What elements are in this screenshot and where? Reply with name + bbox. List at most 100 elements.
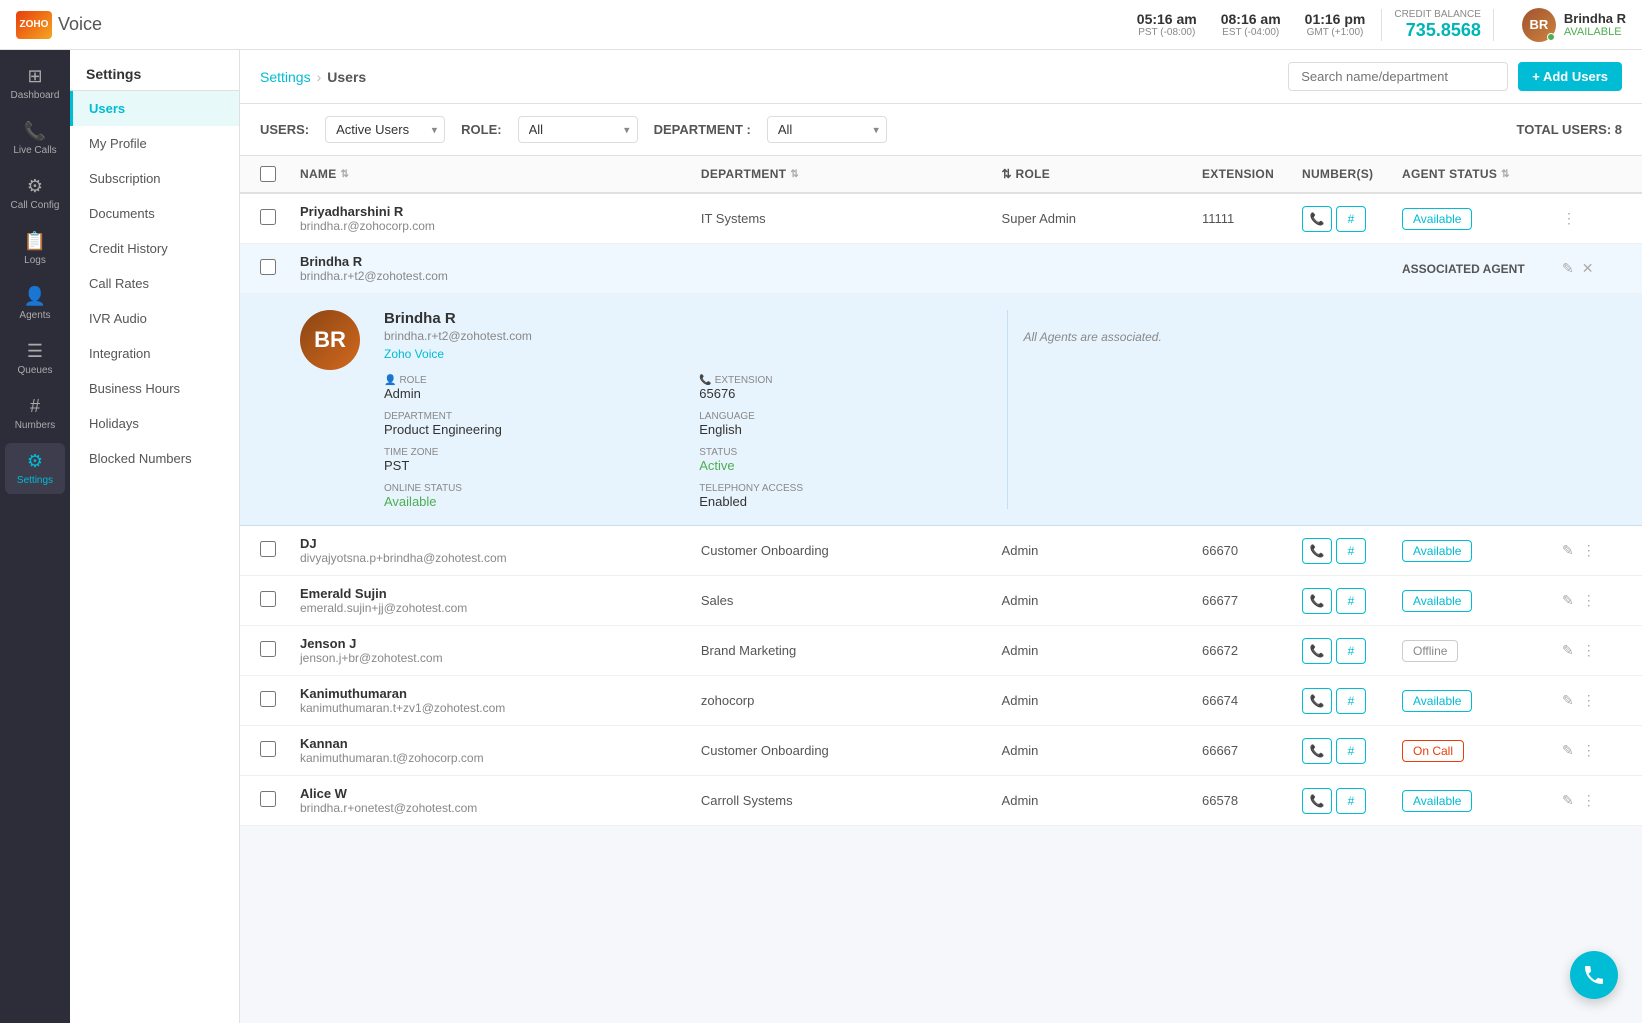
row1-more-icon[interactable]: ⋮ bbox=[1562, 210, 1576, 227]
expanded-status-field: STATUS Active bbox=[699, 447, 982, 473]
row3-role: Admin bbox=[1002, 543, 1202, 558]
row5-more-icon[interactable]: ⋮ bbox=[1582, 642, 1596, 659]
row5-actions: ✎ ⋮ bbox=[1562, 642, 1622, 659]
top-header: ZOHO Voice 05:16 am PST (-08:00) 08:16 a… bbox=[0, 0, 1642, 50]
row5-status: Offline bbox=[1402, 640, 1458, 662]
row3-dept: Customer Onboarding bbox=[701, 543, 1002, 558]
expanded-zoho-link[interactable]: Zoho Voice bbox=[384, 347, 983, 361]
sidebar-item-callrates[interactable]: Call Rates bbox=[70, 266, 239, 301]
associated-agent-section: All Agents are associated. bbox=[1007, 310, 1623, 509]
row8-checkbox[interactable] bbox=[260, 791, 276, 807]
row6-call-btn[interactable]: 📞 bbox=[1302, 688, 1332, 714]
row3-checkbox[interactable] bbox=[260, 541, 276, 557]
sidebar-item-dashboard[interactable]: ⊞ Dashboard bbox=[5, 58, 65, 109]
role-filter-select[interactable]: All Admin Super Admin bbox=[518, 116, 638, 143]
expanded-telephony-field: TELEPHONY ACCESS Enabled bbox=[699, 483, 982, 509]
dept-filter-select[interactable]: All bbox=[767, 116, 887, 143]
associated-agent-text: All Agents are associated. bbox=[1024, 330, 1623, 344]
row7-checkbox[interactable] bbox=[260, 741, 276, 757]
sidebar-item-myprofile[interactable]: My Profile bbox=[70, 126, 239, 161]
table-row: Kanimuthumaran kanimuthumaran.t+zv1@zoho… bbox=[240, 676, 1642, 726]
users-filter-select[interactable]: Active Users All Users Inactive Users bbox=[325, 116, 445, 143]
row4-number-btns: 📞 # bbox=[1302, 588, 1402, 614]
sidebar-item-livecalls[interactable]: 📞 Live Calls bbox=[5, 113, 65, 164]
expanded-dept-value: Product Engineering bbox=[384, 422, 667, 437]
select-all-checkbox[interactable] bbox=[260, 166, 276, 182]
sidebar-item-numbers[interactable]: # Numbers bbox=[5, 388, 65, 439]
row3-call-btn[interactable]: 📞 bbox=[1302, 538, 1332, 564]
row3-edit-icon[interactable]: ✎ bbox=[1562, 542, 1574, 559]
sidebar-item-users[interactable]: Users bbox=[70, 91, 239, 126]
row7-hash-btn[interactable]: # bbox=[1336, 738, 1366, 764]
user-profile[interactable]: BR Brindha R AVAILABLE bbox=[1510, 8, 1626, 42]
row4-more-icon[interactable]: ⋮ bbox=[1582, 592, 1596, 609]
user-name-status: Brindha R AVAILABLE bbox=[1564, 11, 1626, 38]
sidebar-item-logs[interactable]: 📋 Logs bbox=[5, 223, 65, 274]
row4-hash-btn[interactable]: # bbox=[1336, 588, 1366, 614]
timezone-gmt: 01:16 pm GMT (+1:00) bbox=[1305, 11, 1366, 38]
row6-checkbox[interactable] bbox=[260, 691, 276, 707]
credit-balance-label: CREDIT BALANCE bbox=[1394, 9, 1481, 20]
sidebar-item-ivraudio[interactable]: IVR Audio bbox=[70, 301, 239, 336]
row1-name: Priyadharshini R bbox=[300, 204, 701, 219]
add-users-button[interactable]: + Add Users bbox=[1518, 62, 1622, 91]
expanded-timezone-label: TIME ZONE bbox=[384, 447, 667, 458]
logo-label: Voice bbox=[58, 14, 102, 35]
row1-call-btn[interactable]: 📞 bbox=[1302, 206, 1332, 232]
row1-checkbox[interactable] bbox=[260, 209, 276, 225]
row7-call-btn[interactable]: 📞 bbox=[1302, 738, 1332, 764]
table-row: Kannan kanimuthumaran.t@zohocorp.com Cus… bbox=[240, 726, 1642, 776]
row2-edit-icon[interactable]: ✎ bbox=[1562, 260, 1574, 277]
sidebar-item-blockednumbers[interactable]: Blocked Numbers bbox=[70, 441, 239, 476]
expanded-email: brindha.r+t2@zohotest.com bbox=[384, 329, 983, 343]
row5-extension: 66672 bbox=[1202, 643, 1302, 658]
row4-edit-icon[interactable]: ✎ bbox=[1562, 592, 1574, 609]
row4-checkbox[interactable] bbox=[260, 591, 276, 607]
row3-status-cell: Available bbox=[1402, 543, 1562, 558]
row6-more-icon[interactable]: ⋮ bbox=[1582, 692, 1596, 709]
sidebar-item-settings[interactable]: ⚙ Settings bbox=[5, 443, 65, 494]
row1-hash-btn[interactable]: # bbox=[1336, 206, 1366, 232]
row5-edit-icon[interactable]: ✎ bbox=[1562, 642, 1574, 659]
sidebar-item-queues[interactable]: ☰ Queues bbox=[5, 333, 65, 384]
sidebar-item-documents[interactable]: Documents bbox=[70, 196, 239, 231]
sidebar-item-integration[interactable]: Integration bbox=[70, 336, 239, 371]
search-input[interactable] bbox=[1288, 62, 1508, 91]
sidebar-item-credithistory[interactable]: Credit History bbox=[70, 231, 239, 266]
main-content: Settings › Users + Add Users USERS: Acti… bbox=[240, 50, 1642, 1023]
row3-more-icon[interactable]: ⋮ bbox=[1582, 542, 1596, 559]
row5-checkbox[interactable] bbox=[260, 641, 276, 657]
row5-hash-btn[interactable]: # bbox=[1336, 638, 1366, 664]
row8-edit-icon[interactable]: ✎ bbox=[1562, 792, 1574, 809]
sidebar-item-holidays[interactable]: Holidays bbox=[70, 406, 239, 441]
sidebar-item-callconfig[interactable]: ⚙ Call Config bbox=[5, 168, 65, 219]
settings-nav-label: Settings bbox=[17, 475, 53, 486]
row2-associated-agent-header: ASSOCIATED AGENT bbox=[1402, 262, 1562, 276]
breadcrumb-settings-link[interactable]: Settings bbox=[260, 69, 311, 85]
th-agent-status: AGENT STATUS ⇅ bbox=[1402, 166, 1562, 182]
row2-email: brindha.r+t2@zohotest.com bbox=[300, 269, 701, 283]
expanded-status-label: STATUS bbox=[699, 447, 982, 458]
sidebar-item-businesshours[interactable]: Business Hours bbox=[70, 371, 239, 406]
row8-call-btn[interactable]: 📞 bbox=[1302, 788, 1332, 814]
sidebar-item-subscription[interactable]: Subscription bbox=[70, 161, 239, 196]
row5-number-btns: 📞 # bbox=[1302, 638, 1402, 664]
row4-status: Available bbox=[1402, 590, 1472, 612]
row5-call-btn[interactable]: 📞 bbox=[1302, 638, 1332, 664]
row7-edit-icon[interactable]: ✎ bbox=[1562, 742, 1574, 759]
float-call-button[interactable] bbox=[1570, 951, 1618, 999]
sidebar-item-agents[interactable]: 👤 Agents bbox=[5, 278, 65, 329]
row2-close-icon[interactable]: ✕ bbox=[1582, 260, 1594, 277]
row4-call-btn[interactable]: 📞 bbox=[1302, 588, 1332, 614]
table-row: Emerald Sujin emerald.sujin+jj@zohotest.… bbox=[240, 576, 1642, 626]
users-filter-group: Active Users All Users Inactive Users bbox=[325, 116, 445, 143]
row3-hash-btn[interactable]: # bbox=[1336, 538, 1366, 564]
row7-more-icon[interactable]: ⋮ bbox=[1582, 742, 1596, 759]
row2-checkbox[interactable] bbox=[260, 259, 276, 275]
row6-hash-btn[interactable]: # bbox=[1336, 688, 1366, 714]
row5-name: Jenson J bbox=[300, 636, 701, 651]
row8-more-icon[interactable]: ⋮ bbox=[1582, 792, 1596, 809]
row3-number-btns: 📞 # bbox=[1302, 538, 1402, 564]
row6-edit-icon[interactable]: ✎ bbox=[1562, 692, 1574, 709]
row8-hash-btn[interactable]: # bbox=[1336, 788, 1366, 814]
